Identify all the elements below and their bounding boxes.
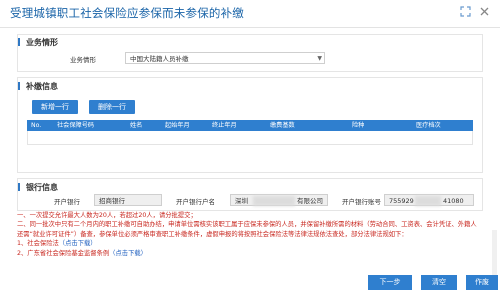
column-header-medical-tier: 医疗档次 [416, 122, 441, 129]
section-marker [18, 82, 20, 90]
column-header-ssn: 社会保障号码 [57, 122, 95, 129]
add-row-button[interactable]: 新增一行 [32, 100, 78, 114]
account-name-field: 深圳 有限公司 [230, 194, 328, 206]
maximize-icon[interactable] [459, 6, 471, 18]
business-case-label: 业务情形 [70, 56, 96, 64]
notice-line-1: 一、一次提交允许最大人数为20人，若超过20人，请分批提交； [17, 212, 197, 219]
account-number-suffix: 41080 [443, 197, 464, 205]
download-link-2[interactable]: （点击下载） [109, 250, 147, 257]
clear-button[interactable]: 清空 [421, 275, 457, 290]
chevron-down-icon: ▼ [317, 55, 322, 62]
supplement-table-body [27, 131, 473, 145]
notice-line-2: 二、同一批次中只有二个月内的职工补缴可自助办结，申请单位需核实该职工属于应保未参… [17, 221, 477, 238]
dialog-title: 受理城镇职工社会保险应参保而未参保的补缴 [10, 6, 244, 20]
account-number-field: 755929 41080 [384, 194, 474, 206]
business-section-title: 业务情形 [26, 38, 58, 47]
supplement-section-title: 补缴信息 [26, 82, 58, 91]
business-section: 业务情形 业务情形 中国大陆籍人员补缴 ▼ [17, 34, 483, 72]
next-step-button[interactable]: 下一步 [368, 275, 412, 290]
supplement-table-header: No. 社会保障号码 姓名 起始年月 终止年月 缴费基数 险种 医疗档次 [27, 120, 473, 131]
redacted-mask [253, 196, 295, 206]
column-header-base: 缴费基数 [270, 122, 295, 129]
notice-item-1: 1、社会保险法（点击下载） [17, 239, 482, 248]
notice-text: 一、一次提交允许最大人数为20人，若超过20人，请分批提交； 二、同一批次中只有… [17, 211, 482, 258]
account-name-value: 深圳 [235, 197, 248, 205]
redacted-mask [415, 196, 441, 206]
notice-item-2-text: 2、广东省社会保险基金监督条例 [17, 249, 110, 257]
column-header-name: 姓名 [130, 122, 143, 129]
bank-section-title: 银行信息 [26, 183, 58, 192]
close-icon[interactable] [478, 6, 490, 18]
bank-name-field: 招商银行 [94, 194, 162, 206]
account-name-suffix: 有限公司 [297, 197, 323, 205]
section-marker [18, 38, 20, 46]
supplement-section: 补缴信息 新增一行 删除一行 No. 社会保障号码 姓名 起始年月 终止年月 缴… [17, 77, 483, 173]
bank-name-value: 招商银行 [99, 197, 125, 205]
dialog-titlebar: 受理城镇职工社会保险应参保而未参保的补缴 [0, 0, 500, 28]
account-name-label: 开户银行户名 [176, 198, 215, 206]
account-number-prefix: 755929 [389, 197, 414, 205]
business-case-select[interactable]: 中国大陆籍人员补缴 ▼ [125, 52, 325, 64]
void-button[interactable]: 作废 [466, 275, 498, 290]
column-header-start-month: 起始年月 [165, 122, 190, 129]
notice-item-2: 2、广东省社会保险基金监督条例（点击下载） [17, 249, 482, 258]
download-link-1[interactable]: （点击下载） [59, 240, 97, 247]
delete-row-button[interactable]: 删除一行 [89, 100, 135, 114]
account-number-label: 开户银行账号 [342, 198, 381, 206]
bank-name-label: 开户银行 [54, 198, 80, 206]
business-case-value: 中国大陆籍人员补缴 [130, 55, 189, 63]
section-marker [18, 183, 20, 191]
column-header-insurance-type: 险种 [352, 122, 365, 129]
bank-section: 银行信息 开户银行 招商银行 开户银行户名 深圳 有限公司 开户银行账号 755… [17, 178, 483, 211]
notice-item-1-text: 1、社会保险法 [17, 240, 59, 248]
column-header-end-month: 终止年月 [212, 122, 237, 129]
column-header-no: No. [31, 122, 42, 129]
